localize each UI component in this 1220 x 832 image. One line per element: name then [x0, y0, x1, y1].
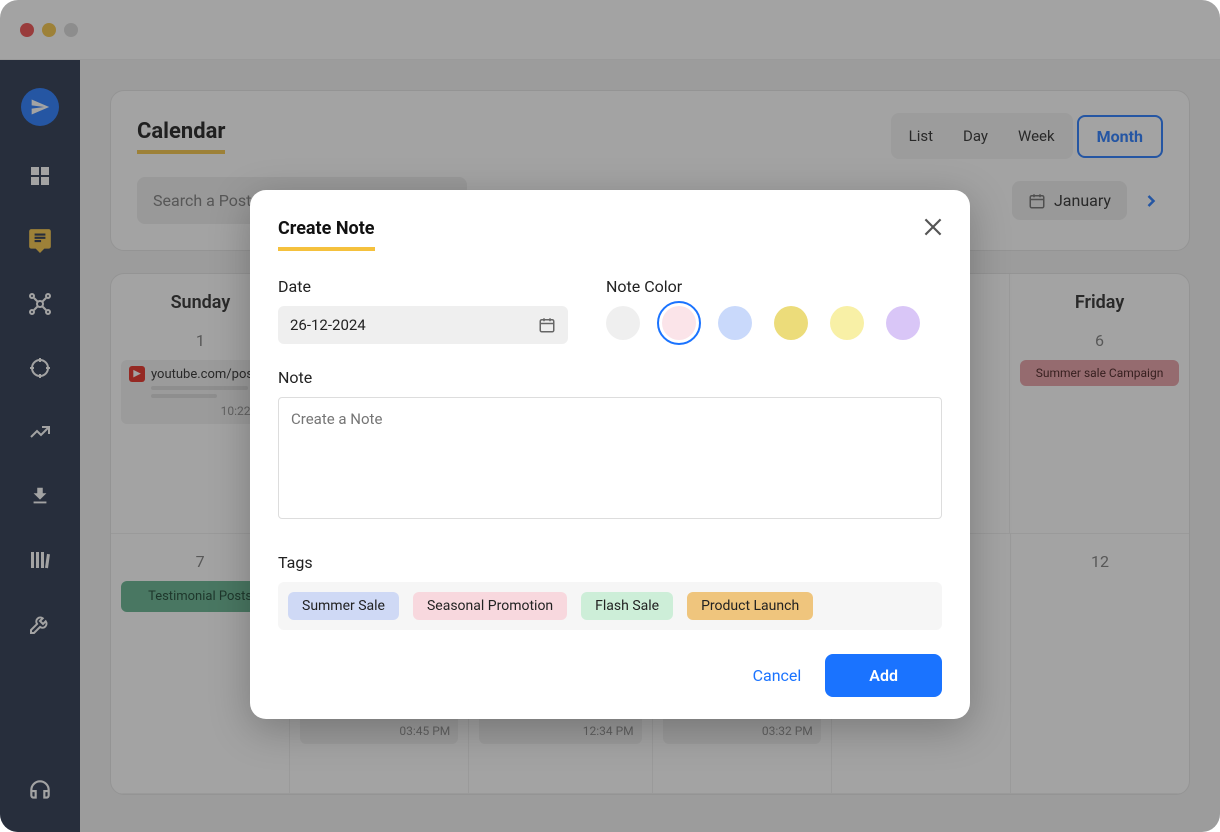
- modal-title: Create Note: [278, 218, 375, 251]
- close-button[interactable]: [920, 214, 946, 240]
- color-blue[interactable]: [718, 306, 752, 340]
- create-note-modal: Create Note Date 26-12-2024: [250, 190, 970, 719]
- note-label: Note: [278, 368, 312, 387]
- cancel-button[interactable]: Cancel: [753, 666, 802, 685]
- tag-product-launch[interactable]: Product Launch: [687, 592, 813, 620]
- add-button[interactable]: Add: [825, 654, 942, 697]
- date-label: Date: [278, 277, 568, 296]
- app-window: Calendar List Day Week Month: [0, 0, 1220, 832]
- color-cream[interactable]: [830, 306, 864, 340]
- calendar-icon: [538, 316, 556, 334]
- date-value: 26-12-2024: [290, 316, 366, 334]
- color-pink[interactable]: [662, 306, 696, 340]
- tag-flash-sale[interactable]: Flash Sale: [581, 592, 673, 620]
- tags-label: Tags: [278, 553, 313, 572]
- note-textarea[interactable]: [278, 397, 942, 519]
- tag-seasonal-promotion[interactable]: Seasonal Promotion: [413, 592, 567, 620]
- tag-summer-sale[interactable]: Summer Sale: [288, 592, 399, 620]
- color-yellow[interactable]: [774, 306, 808, 340]
- color-swatches: [606, 306, 920, 340]
- color-label: Note Color: [606, 277, 920, 296]
- tags-bar: Summer Sale Seasonal Promotion Flash Sal…: [278, 582, 942, 630]
- color-purple[interactable]: [886, 306, 920, 340]
- date-input[interactable]: 26-12-2024: [278, 306, 568, 344]
- color-white[interactable]: [606, 306, 640, 340]
- main-area: Calendar List Day Week Month: [80, 60, 1220, 832]
- app-body: Calendar List Day Week Month: [0, 60, 1220, 832]
- modal-overlay: Create Note Date 26-12-2024: [0, 0, 1220, 832]
- close-icon: [920, 214, 946, 240]
